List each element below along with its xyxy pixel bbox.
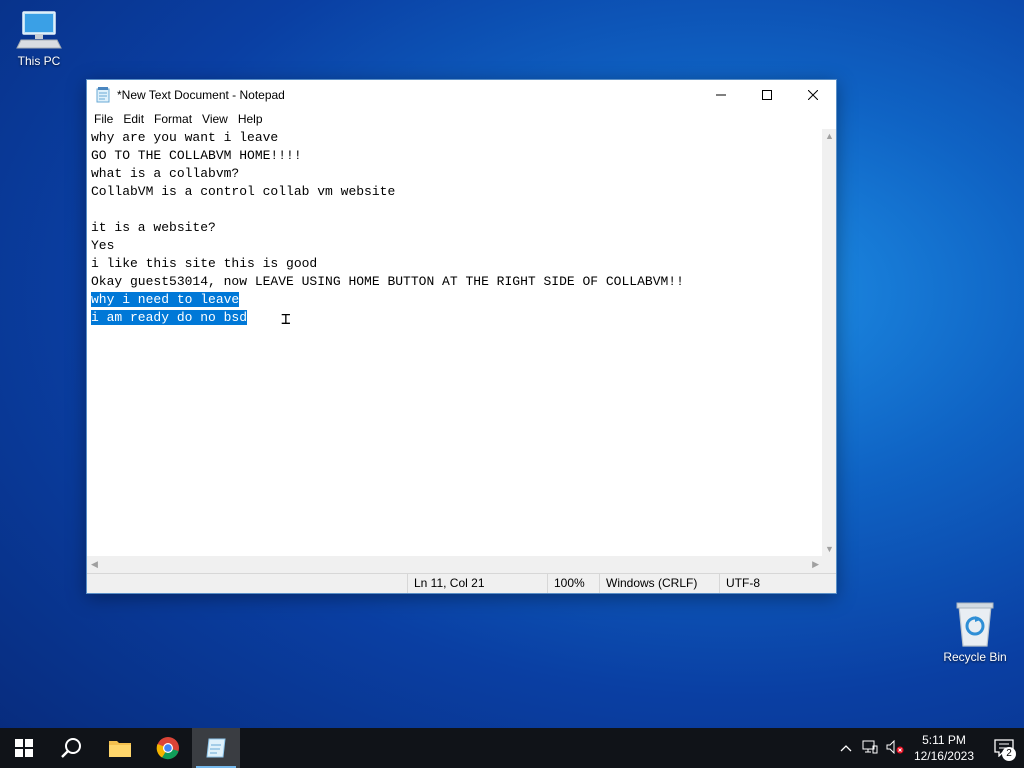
windows-logo-icon — [15, 739, 33, 757]
desktop-icon-label: Recycle Bin — [943, 650, 1007, 664]
desktop-icon-this-pc[interactable]: This PC — [4, 8, 74, 68]
text-cursor-icon: ⌶ — [281, 311, 291, 329]
network-icon[interactable] — [862, 740, 878, 757]
search-icon — [61, 738, 81, 758]
menu-edit[interactable]: Edit — [118, 112, 149, 126]
encoding: UTF-8 — [719, 574, 826, 593]
line-text: Yes — [91, 238, 115, 253]
text-line[interactable]: i am ready do no bsd — [87, 309, 823, 327]
status-bar: Ln 11, Col 21 100% Windows (CRLF) UTF-8 — [87, 573, 836, 593]
taskbar: 5:11 PM 12/16/2023 2 — [0, 728, 1024, 768]
minimize-button[interactable] — [698, 80, 744, 109]
text-line[interactable]: Okay guest53014, now LEAVE USING HOME BU… — [87, 273, 823, 291]
menu-help[interactable]: Help — [233, 112, 268, 126]
scrollbar-corner — [822, 556, 836, 573]
notepad-window[interactable]: *New Text Document - Notepad File Edit F… — [86, 79, 837, 594]
notification-count-badge: 2 — [1002, 747, 1016, 761]
title-bar[interactable]: *New Text Document - Notepad — [87, 80, 836, 109]
action-center-button[interactable]: 2 — [984, 728, 1024, 768]
notepad-icon — [96, 86, 110, 102]
zoom-level: 100% — [547, 574, 598, 593]
menu-format[interactable]: Format — [149, 112, 197, 126]
text-line[interactable]: what is a collabvm? — [87, 165, 823, 183]
taskbar-chrome[interactable] — [144, 728, 192, 768]
text-line[interactable] — [87, 201, 823, 219]
scroll-down-arrow-icon[interactable]: ▼ — [825, 544, 834, 554]
line-text: it is a website? — [91, 220, 216, 235]
text-line[interactable]: it is a website? — [87, 219, 823, 237]
search-button[interactable] — [48, 728, 96, 768]
clock-date: 12/16/2023 — [913, 749, 974, 763]
scroll-left-arrow-icon[interactable]: ◀ — [91, 559, 98, 570]
computer-icon — [16, 11, 62, 49]
scroll-up-arrow-icon[interactable]: ▲ — [825, 131, 834, 141]
line-text: what is a collabvm? — [91, 166, 240, 181]
notepad-icon — [206, 738, 226, 758]
close-button[interactable] — [790, 80, 836, 109]
folder-icon — [109, 741, 131, 757]
start-button[interactable] — [0, 728, 48, 768]
menu-bar: File Edit Format View Help — [87, 109, 836, 129]
horizontal-scrollbar[interactable]: ◀ ▶ — [87, 556, 823, 573]
line-text: i like this site this is good — [91, 256, 318, 271]
volume-muted-icon[interactable] — [886, 739, 904, 757]
text-line[interactable]: GO TO THE COLLABVM HOME!!!! — [87, 147, 823, 165]
selected-text: why i need to leave — [91, 292, 240, 307]
chrome-icon — [156, 737, 179, 760]
close-icon — [808, 89, 818, 100]
vertical-scrollbar[interactable]: ▲ ▼ — [822, 129, 836, 556]
text-line[interactable]: Yes — [87, 237, 823, 255]
line-text: Okay guest53014, now LEAVE USING HOME BU… — [91, 274, 684, 289]
line-text: CollabVM is a control collab vm website — [91, 184, 396, 199]
recycle-bin-icon — [956, 602, 994, 647]
window-title: *New Text Document - Notepad — [117, 87, 285, 102]
desktop-icon-recycle-bin[interactable]: Recycle Bin — [940, 600, 1010, 664]
text-line[interactable]: why i need to leave — [87, 291, 823, 309]
system-tray: 5:11 PM 12/16/2023 2 — [840, 728, 1024, 768]
line-text: GO TO THE COLLABVM HOME!!!! — [91, 148, 302, 163]
minimize-icon — [716, 94, 726, 95]
taskbar-file-explorer[interactable] — [96, 728, 144, 768]
menu-view[interactable]: View — [197, 112, 233, 126]
taskbar-notepad[interactable] — [192, 728, 240, 768]
taskbar-clock[interactable]: 5:11 PM 12/16/2023 — [914, 732, 974, 764]
selected-text: i am ready do no bsd — [91, 310, 248, 325]
text-line[interactable]: CollabVM is a control collab vm website — [87, 183, 823, 201]
menu-file[interactable]: File — [89, 112, 118, 126]
line-ending: Windows (CRLF) — [599, 574, 716, 593]
desktop-icon-label: This PC — [17, 54, 61, 68]
text-line[interactable]: i like this site this is good — [87, 255, 823, 273]
text-editor[interactable]: why are you want i leave GO TO THE COLLAB… — [87, 129, 823, 556]
text-line[interactable]: why are you want i leave — [87, 129, 823, 147]
scroll-right-arrow-icon[interactable]: ▶ — [812, 559, 819, 570]
maximize-icon — [762, 89, 772, 100]
line-text: why are you want i leave — [91, 130, 279, 145]
clock-time: 5:11 PM — [922, 733, 966, 747]
chevron-up-icon[interactable] — [840, 741, 852, 755]
maximize-button[interactable] — [744, 80, 790, 109]
cursor-position: Ln 11, Col 21 — [407, 574, 548, 593]
